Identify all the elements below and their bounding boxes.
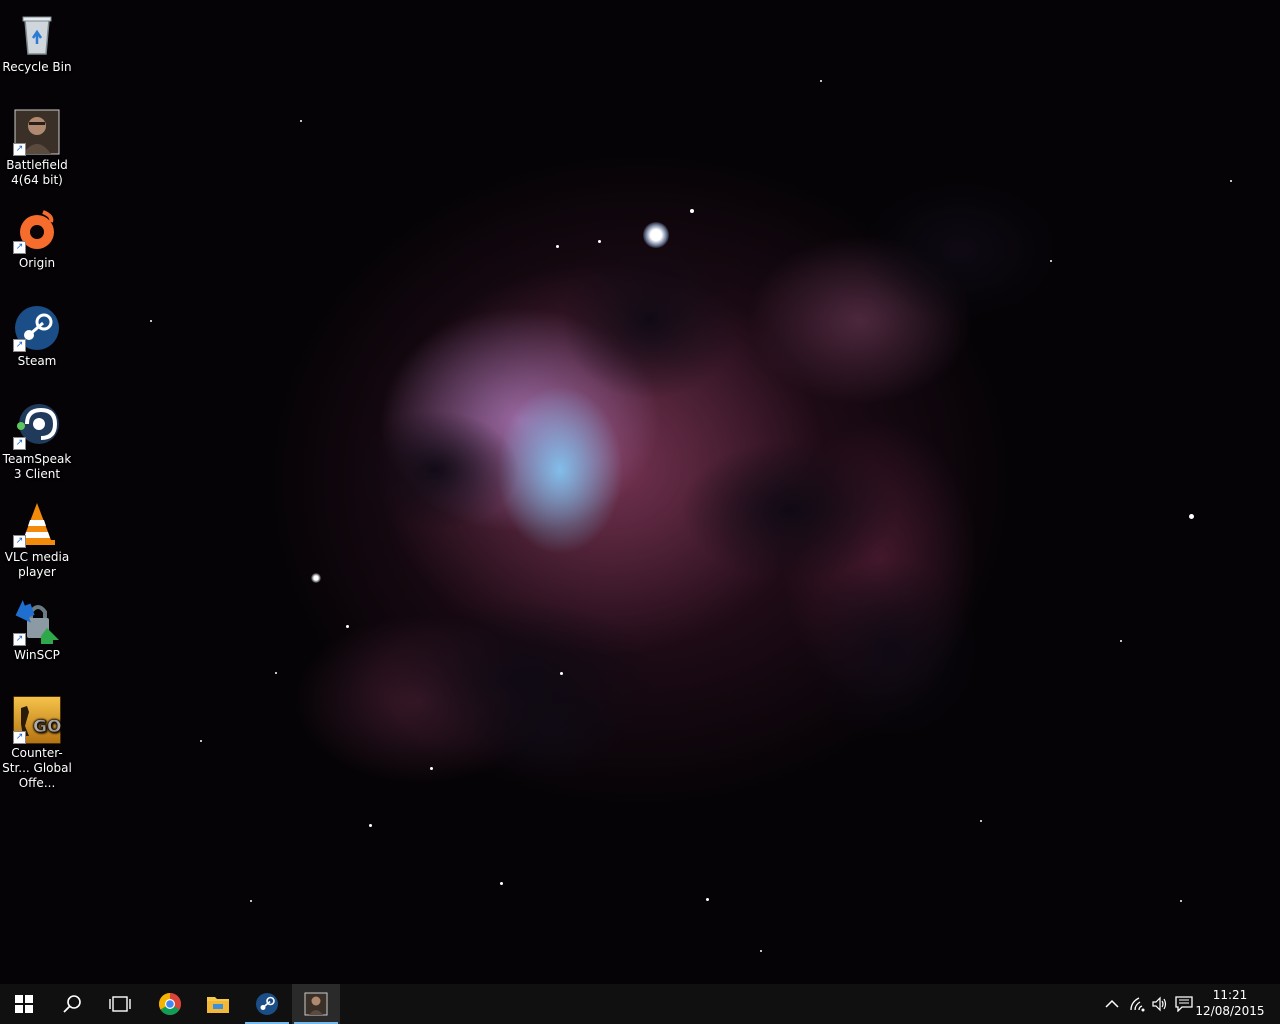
desktop-icon-battlefield[interactable]: ↗ Battlefield 4(64 bit) <box>0 102 74 188</box>
shortcut-arrow-icon: ↗ <box>13 535 26 548</box>
vlc-icon: ↗ <box>13 500 61 548</box>
search-button[interactable] <box>48 984 96 1024</box>
battlefield-icon: ↗ <box>13 108 61 156</box>
desktop-icon-label: Origin <box>18 256 56 270</box>
recycle-bin-icon <box>13 10 61 58</box>
volume-icon <box>1152 996 1167 1012</box>
tray-chevron-button[interactable] <box>1100 984 1124 1024</box>
desktop-icon-label: Battlefield 4(64 bit) <box>6 158 68 187</box>
battlefield-icon <box>304 992 328 1016</box>
network-icon <box>1130 997 1145 1012</box>
desktop-icon-vlc[interactable]: ↗ VLC media player <box>0 494 74 580</box>
desktop-icon-label: Counter-Str... Global Offe... <box>2 746 72 790</box>
desktop-icon-label: WinSCP <box>14 648 60 662</box>
desktop-wallpaper <box>0 0 1280 984</box>
taskbar-steam-button[interactable] <box>243 984 291 1024</box>
task-view-button[interactable] <box>96 984 144 1024</box>
desktop-icon-label: Recycle Bin <box>2 60 72 74</box>
start-button[interactable] <box>0 984 48 1024</box>
tray-volume-button[interactable] <box>1148 984 1172 1024</box>
desktop-icon-winscp[interactable]: ↗ WinSCP <box>0 592 74 663</box>
taskbar-clock[interactable]: 11:21 12/08/2015 <box>1194 987 1266 1019</box>
shortcut-arrow-icon: ↗ <box>13 437 26 450</box>
tray-action-center-button[interactable] <box>1172 984 1196 1024</box>
desktop-icon-steam[interactable]: ↗ Steam <box>0 298 74 369</box>
desktop-icon-label: Steam <box>17 354 57 368</box>
shortcut-arrow-icon: ↗ <box>13 731 26 744</box>
chrome-icon <box>159 993 181 1015</box>
action-center-icon <box>1175 996 1193 1012</box>
chevron-up-icon <box>1105 999 1119 1008</box>
shortcut-arrow-icon: ↗ <box>13 339 26 352</box>
desktop-icon-csgo[interactable]: GO ↗ Counter-Str... Global Offe... <box>0 690 74 791</box>
winscp-icon: ↗ <box>13 598 61 646</box>
origin-icon: ↗ <box>13 206 61 254</box>
shortcut-arrow-icon: ↗ <box>13 241 26 254</box>
shortcut-arrow-icon: ↗ <box>13 633 26 646</box>
csgo-logo-text: GO <box>33 717 61 737</box>
csgo-icon: GO ↗ <box>13 696 62 744</box>
steam-icon: ↗ <box>13 304 61 352</box>
desktop-icon-label: TeamSpeak 3 Client <box>2 452 72 481</box>
start-icon <box>15 995 33 1013</box>
desktop-icon-origin[interactable]: ↗ Origin <box>0 200 74 271</box>
clock-time: 11:21 <box>1212 988 1248 1002</box>
desktop-icons: Recycle Bin ↗ Battlefield 4(64 bit) ↗ Or… <box>0 0 80 984</box>
taskbar: 11:21 12/08/2015 <box>0 984 1280 1024</box>
search-icon <box>63 995 81 1013</box>
clock-date: 12/08/2015 <box>1195 1004 1265 1018</box>
desktop-icon-teamspeak[interactable]: ↗ TeamSpeak 3 Client <box>0 396 74 482</box>
task-view-icon <box>109 996 131 1012</box>
file-explorer-icon <box>207 997 229 1013</box>
taskbar-chrome-button[interactable] <box>146 984 194 1024</box>
desktop-icon-recycle-bin[interactable]: Recycle Bin <box>0 4 74 75</box>
teamspeak-icon: ↗ <box>13 402 61 450</box>
desktop-icon-label: VLC media player <box>4 550 70 579</box>
steam-icon <box>256 993 278 1015</box>
tray-network-button[interactable] <box>1126 984 1150 1024</box>
taskbar-battlefield-button[interactable] <box>292 984 340 1024</box>
shortcut-arrow-icon: ↗ <box>13 143 26 156</box>
taskbar-file-explorer-button[interactable] <box>194 984 242 1024</box>
